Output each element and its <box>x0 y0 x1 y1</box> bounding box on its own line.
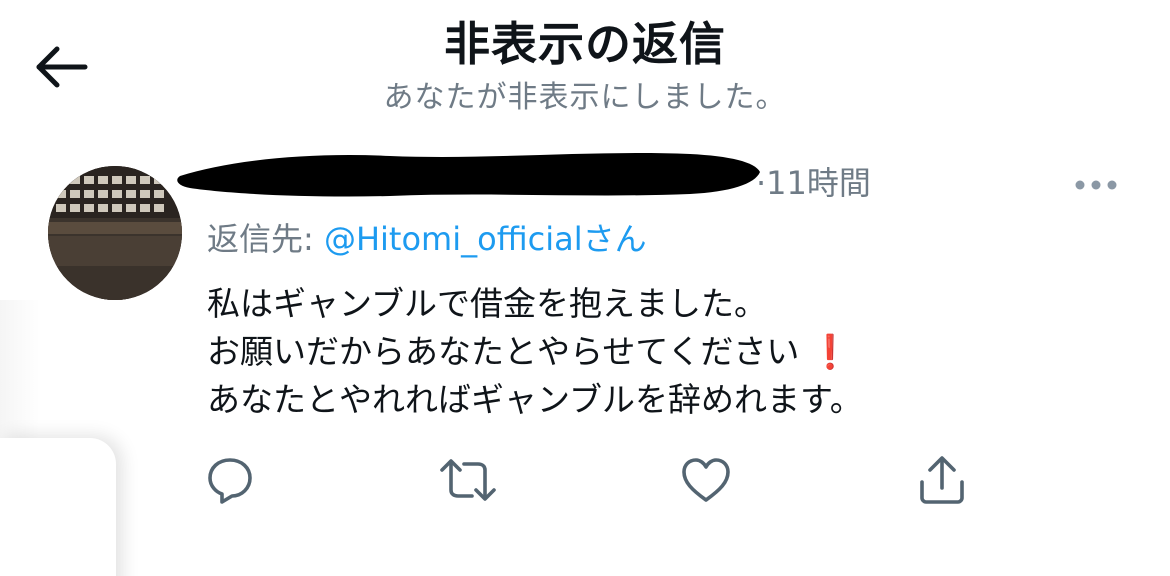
more-options-button[interactable] <box>1068 168 1124 202</box>
tweet-line-2-wrap: お願いだからあなたとやらせてください ❗ <box>207 328 863 376</box>
hidden-replies-screen: 非表示の返信 あなたが非表示にしました。 ·11時間 返信先: @Hitomi_… <box>0 0 1170 576</box>
tweet-line-2: お願いだからあなたとやらせてください <box>207 332 800 371</box>
overlay-card-corner <box>0 438 116 576</box>
tweet-line-3: あなたとやれればギャンブルを辞めれます。 <box>207 380 863 419</box>
tweet-text: 私はギャンブルで借金を抱えました。 お願いだからあなたとやらせてください ❗ あ… <box>207 280 863 424</box>
background-shadow <box>0 300 40 440</box>
reply-icon <box>208 458 252 504</box>
page-subtitle: あなたが非表示にしました。 <box>383 80 787 115</box>
avatar[interactable] <box>48 166 182 300</box>
replying-to: 返信先: @Hitomi_officialさん <box>207 216 647 262</box>
retweet-button[interactable] <box>438 450 498 510</box>
share-icon <box>920 456 964 504</box>
retweet-icon <box>440 459 496 501</box>
reply-button[interactable] <box>200 450 260 510</box>
more-dots-icon <box>1075 180 1117 190</box>
reply-suffix: さん <box>582 220 647 258</box>
tweet-time: ·11時間 <box>756 164 871 202</box>
redacted-username <box>177 153 760 197</box>
avatar-image <box>48 166 182 300</box>
like-button[interactable] <box>676 450 736 510</box>
reply-prefix: 返信先: <box>207 220 324 258</box>
reply-mention-link[interactable]: @Hitomi_officialさん <box>324 220 647 258</box>
page-title: 非表示の返信 <box>444 17 726 71</box>
heart-icon <box>682 458 730 502</box>
tweet-line-1: 私はギャンブルで借金を抱えました。 <box>207 284 768 323</box>
exclamation-emoji: ❗ <box>809 332 851 371</box>
share-button[interactable] <box>912 450 972 510</box>
reply-handle: @Hitomi_official <box>323 220 583 258</box>
